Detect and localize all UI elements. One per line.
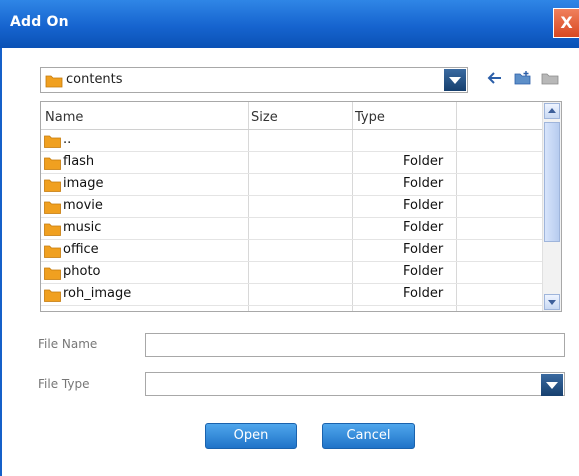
item-name: movie — [63, 198, 103, 213]
close-icon: X — [560, 13, 573, 32]
add-on-dialog: Add On X contents Name Size Type .. flas… — [0, 0, 579, 476]
cancel-button[interactable]: Cancel — [322, 423, 415, 449]
path-dropdown[interactable]: contents — [40, 67, 468, 93]
item-name: music — [63, 220, 102, 235]
window-frame — [0, 48, 2, 476]
folder-icon — [44, 179, 61, 192]
chevron-down-icon[interactable] — [444, 69, 466, 91]
item-type: Folder — [403, 286, 444, 301]
item-name: .. — [63, 132, 72, 147]
list-item[interactable]: roh_image Folder — [41, 284, 543, 306]
folder-icon — [44, 245, 61, 258]
folder-icon — [44, 223, 61, 236]
back-arrow-icon[interactable] — [487, 70, 503, 86]
scroll-down-arrow-icon[interactable] — [544, 294, 560, 310]
title-bar[interactable]: Add On X — [0, 0, 579, 48]
open-button[interactable]: Open — [205, 423, 297, 449]
item-type: Folder — [403, 264, 444, 279]
folder-icon — [45, 75, 63, 88]
list-item[interactable]: movie Folder — [41, 196, 543, 218]
folder-icon — [44, 135, 61, 148]
list-item-partial[interactable] — [41, 306, 543, 312]
chevron-down-icon[interactable] — [541, 374, 563, 396]
folder-icon — [44, 310, 61, 312]
file-name-label: File Name — [38, 337, 98, 351]
list-item[interactable]: office Folder — [41, 240, 543, 262]
folder-view-icon[interactable] — [541, 70, 559, 86]
item-name: office — [63, 242, 99, 257]
file-list-content: Name Size Type .. flash Folder image Fol… — [41, 102, 543, 312]
current-path: contents — [66, 72, 123, 87]
column-header-type[interactable]: Type — [355, 110, 385, 125]
new-folder-icon[interactable] — [514, 70, 532, 86]
folder-icon — [44, 201, 61, 214]
column-header-size[interactable]: Size — [251, 110, 278, 125]
item-name: photo — [63, 264, 101, 279]
folder-icon — [44, 157, 61, 170]
item-name: image — [63, 176, 104, 191]
list-item[interactable]: flash Folder — [41, 152, 543, 174]
item-type: Folder — [403, 242, 444, 257]
item-name: flash — [63, 154, 95, 169]
item-name: roh_image — [63, 286, 132, 301]
item-type: Folder — [403, 220, 444, 235]
item-type: Folder — [403, 176, 444, 191]
dialog-title: Add On — [10, 14, 69, 30]
file-name-input[interactable] — [145, 333, 565, 357]
scroll-up-arrow-icon[interactable] — [544, 103, 560, 119]
item-type: Folder — [403, 198, 444, 213]
scrollbar-thumb[interactable] — [544, 122, 560, 242]
vertical-scrollbar[interactable] — [542, 102, 561, 311]
item-type: Folder — [403, 154, 444, 169]
file-list[interactable]: Name Size Type .. flash Folder image Fol… — [40, 101, 562, 312]
column-header-name[interactable]: Name — [45, 110, 83, 125]
folder-icon — [44, 289, 61, 302]
list-item[interactable]: photo Folder — [41, 262, 543, 284]
file-type-label: File Type — [38, 377, 90, 391]
close-button[interactable]: X — [553, 8, 579, 38]
folder-icon — [44, 267, 61, 280]
file-type-select[interactable] — [145, 372, 565, 396]
list-item[interactable]: music Folder — [41, 218, 543, 240]
list-item[interactable]: .. — [41, 130, 543, 152]
list-item[interactable]: image Folder — [41, 174, 543, 196]
